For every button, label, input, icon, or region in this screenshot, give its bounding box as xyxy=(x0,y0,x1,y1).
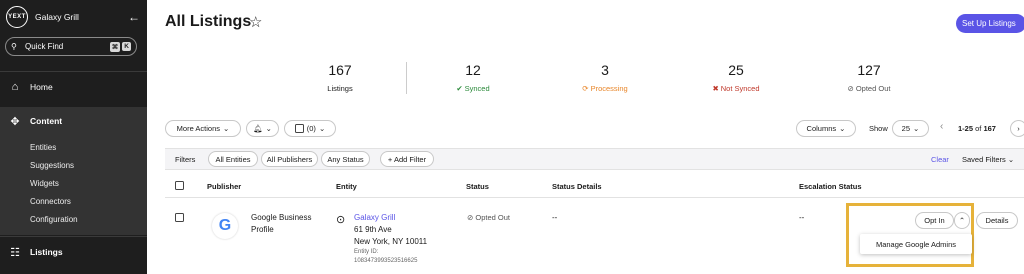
escalation-status-cell: -- xyxy=(799,213,805,222)
shortcut-cmd-key: ⌘ xyxy=(109,41,121,52)
stat-processing[interactable]: 3 ⟳ Processing xyxy=(560,62,650,93)
nav-label-home: Home xyxy=(30,82,53,92)
nav-subitem-suggestions[interactable]: Suggestions xyxy=(30,161,74,170)
stat-label: ⟳ Processing xyxy=(582,84,628,93)
filter-chip-entities[interactable]: All Entities xyxy=(208,151,258,167)
chevron-down-icon: ⌄ xyxy=(318,124,326,133)
yext-logo: YEXT xyxy=(6,6,28,28)
column-header-status[interactable]: Status xyxy=(466,182,489,191)
chevron-down-icon: ⌄ xyxy=(223,124,230,133)
stat-value: 12 xyxy=(465,62,481,78)
quick-find-input[interactable]: ⚲ Quick Find ⌘ K xyxy=(5,37,137,56)
stat-label: ✔ Synced xyxy=(456,84,490,93)
listings-icon: ☷ xyxy=(10,246,20,259)
location-pin-icon: ⊙ xyxy=(336,214,346,226)
pagination-range: 1-25 of 167 xyxy=(958,124,996,133)
shortcut-k-key: K xyxy=(122,42,131,51)
entity-address-line1: 61 9th Ave xyxy=(354,225,392,234)
stat-value: 3 xyxy=(601,62,609,78)
search-icon: ⚲ xyxy=(11,42,17,51)
stat-value: 25 xyxy=(728,62,744,78)
chevron-right-icon: › xyxy=(1017,124,1020,133)
stat-value: 127 xyxy=(857,62,881,78)
nav-divider xyxy=(0,71,147,72)
entity-name-link[interactable]: Galaxy Grill xyxy=(354,212,395,224)
collapse-sidebar-icon[interactable]: ← xyxy=(127,10,141,24)
column-header-escalation-status[interactable]: Escalation Status xyxy=(799,182,862,191)
stat-listings: 167 Listings xyxy=(295,62,385,93)
stat-not-synced[interactable]: 25 ✖ Not Synced xyxy=(691,62,781,93)
status-cell: ⊘ Opted Out xyxy=(467,213,510,222)
sync-icon: ⟳ xyxy=(582,84,589,93)
sidebar: YEXT Galaxy Grill ← ⚲ Quick Find ⌘ K ⌂ H… xyxy=(0,0,147,274)
opted-out-icon: ⊘ xyxy=(847,84,854,93)
entity-address-line2: New York, NY 10011 xyxy=(354,237,428,246)
next-page-button[interactable]: › xyxy=(1010,120,1024,137)
column-header-entity[interactable]: Entity xyxy=(336,182,357,191)
add-filter-button[interactable]: + Add Filter xyxy=(380,151,434,167)
stats-divider xyxy=(406,62,407,94)
clear-filters-link[interactable]: Clear xyxy=(931,155,949,164)
stat-synced[interactable]: 12 ✔ Synced xyxy=(428,62,518,93)
manage-google-admins-menu-item[interactable]: Manage Google Admins xyxy=(860,234,972,254)
check-icon: ✔ xyxy=(456,84,463,93)
entity-id-value: 1083473993523516625 xyxy=(354,258,418,264)
publisher-name: Google Business Profile xyxy=(251,213,312,234)
x-icon: ✖ xyxy=(712,84,719,93)
nav-item-home[interactable]: ⌂ Home xyxy=(0,73,147,101)
nav-divider xyxy=(0,236,147,237)
account-name[interactable]: Galaxy Grill xyxy=(35,12,127,22)
brand-header: YEXT Galaxy Grill ← xyxy=(6,5,141,29)
row-select-checkbox[interactable] xyxy=(175,213,184,222)
select-all-checkbox xyxy=(294,124,304,133)
opted-out-icon: ⊘ xyxy=(467,213,474,222)
nav-label-content: Content xyxy=(30,116,63,126)
select-all-rows-checkbox[interactable] xyxy=(175,181,184,190)
stat-label: Listings xyxy=(327,84,353,93)
saved-filters-dropdown[interactable]: Saved Filters ⌄ xyxy=(962,155,1014,164)
status-details-cell: -- xyxy=(552,213,558,222)
show-label: Show xyxy=(869,124,888,133)
nav-subitem-connectors[interactable]: Connectors xyxy=(30,197,71,206)
select-all-dropdown[interactable]: (0) ⌄ xyxy=(284,120,336,137)
nav-subitem-configuration[interactable]: Configuration xyxy=(30,215,78,224)
page-title: All Listings xyxy=(165,13,252,30)
filter-chip-status[interactable]: Any Status xyxy=(321,151,370,167)
nav-item-listings[interactable]: ☷ Listings xyxy=(0,238,147,266)
home-icon: ⌂ xyxy=(11,81,19,93)
nav-subitem-widgets[interactable]: Widgets xyxy=(30,179,59,188)
column-header-publisher[interactable]: Publisher xyxy=(207,182,241,191)
filter-chip-publishers[interactable]: All Publishers xyxy=(261,151,318,167)
details-button[interactable]: Details xyxy=(976,212,1018,229)
stat-opted-out[interactable]: 127 ⊘ Opted Out xyxy=(824,62,914,93)
nav-subitem-entities[interactable]: Entities xyxy=(30,143,56,152)
prev-page-icon[interactable]: ‹ xyxy=(940,121,943,132)
columns-dropdown[interactable]: Columns ⌄ xyxy=(796,120,856,137)
notifications-dropdown[interactable]: 🔔︎ ⌄ xyxy=(246,120,279,137)
stat-label: ⊘ Opted Out xyxy=(847,84,891,93)
favorite-star-icon[interactable]: ☆ xyxy=(249,13,262,31)
content-nav-group: ✥ Content Entities Suggestions Widgets C… xyxy=(0,107,147,235)
nav-label-listings: Listings xyxy=(30,247,63,257)
chevron-down-icon: ⌄ xyxy=(265,124,272,133)
filters-label: Filters xyxy=(175,155,196,164)
chevron-down-icon: ⌄ xyxy=(1007,155,1015,164)
chevron-down-icon: ⌄ xyxy=(839,124,846,133)
stat-label: ✖ Not Synced xyxy=(712,84,760,93)
chevron-down-icon: ⌄ xyxy=(913,124,920,133)
more-actions-dropdown[interactable]: More Actions ⌄ xyxy=(165,120,241,137)
google-logo-icon: G xyxy=(212,213,238,239)
set-up-listings-button[interactable]: Set Up Listings xyxy=(956,14,1024,33)
content-icon: ✥ xyxy=(10,115,20,128)
entity-id-label: Entity ID: xyxy=(354,249,379,255)
page-size-select[interactable]: 25 ⌄ xyxy=(892,120,929,137)
nav-item-content[interactable]: ✥ Content xyxy=(0,107,147,135)
column-header-status-details[interactable]: Status Details xyxy=(552,182,602,191)
bell-icon: 🔔︎ xyxy=(253,124,263,133)
quick-find-label: Quick Find xyxy=(25,42,64,51)
stat-value: 167 xyxy=(328,62,352,78)
